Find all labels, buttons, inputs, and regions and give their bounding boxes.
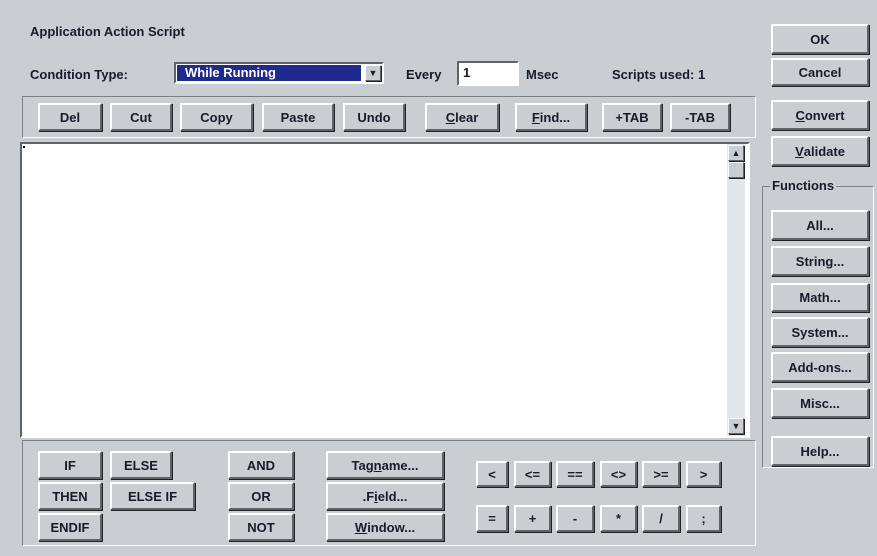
functions-math-button[interactable]: Math... bbox=[771, 283, 869, 312]
minus-button[interactable]: - bbox=[556, 505, 594, 532]
cut-button[interactable]: Cut bbox=[110, 103, 172, 131]
clear-accesskey: C bbox=[445, 109, 456, 125]
validate-accesskey: V bbox=[795, 143, 804, 159]
endif-button[interactable]: ENDIF bbox=[38, 513, 102, 541]
paste-button[interactable]: Paste bbox=[262, 103, 334, 131]
undo-button[interactable]: Undo bbox=[343, 103, 405, 131]
remove-tab-button[interactable]: -TAB bbox=[670, 103, 730, 131]
assign-button[interactable]: = bbox=[476, 505, 508, 532]
cancel-button[interactable]: Cancel bbox=[771, 58, 869, 86]
functions-misc-button[interactable]: Misc... bbox=[771, 388, 869, 418]
find-accesskey: F bbox=[531, 109, 540, 125]
scroll-down-icon[interactable]: ▼ bbox=[728, 418, 744, 434]
or-button[interactable]: OR bbox=[228, 482, 294, 510]
greater-than-button[interactable]: > bbox=[686, 461, 721, 487]
condition-type-value: While Running bbox=[177, 65, 361, 81]
functions-addons-button[interactable]: Add-ons... bbox=[771, 352, 869, 382]
field-button[interactable]: .F i eld... bbox=[326, 482, 444, 510]
tagname-label-rest: ame... bbox=[381, 457, 419, 473]
window-label-rest: indow... bbox=[367, 519, 416, 535]
scroll-thumb[interactable] bbox=[728, 162, 744, 178]
not-button[interactable]: NOT bbox=[228, 513, 294, 541]
add-tab-button[interactable]: +TAB bbox=[602, 103, 662, 131]
validate-label: alidate bbox=[803, 143, 845, 159]
if-button[interactable]: IF bbox=[38, 451, 102, 479]
divide-button[interactable]: / bbox=[642, 505, 680, 532]
convert-label: onvert bbox=[804, 107, 845, 123]
not-equal-button[interactable]: <> bbox=[600, 461, 637, 487]
validate-button[interactable]: Validate bbox=[771, 136, 869, 166]
tagname-label: Tag bbox=[351, 457, 374, 473]
scroll-up-icon[interactable]: ▲ bbox=[728, 145, 744, 161]
msec-label: Msec bbox=[526, 67, 559, 82]
every-msec-input[interactable]: 1 bbox=[457, 61, 519, 86]
then-button[interactable]: THEN bbox=[38, 482, 102, 510]
condition-type-label: Condition Type: bbox=[30, 67, 128, 82]
vertical-scrollbar[interactable]: ▲ ▼ bbox=[727, 144, 745, 436]
text-cursor bbox=[23, 146, 25, 148]
convert-button[interactable]: Convert bbox=[771, 100, 869, 130]
functions-all-button[interactable]: All... bbox=[771, 210, 869, 240]
less-than-button[interactable]: < bbox=[476, 461, 508, 487]
window-accesskey: W bbox=[354, 519, 368, 535]
del-button[interactable]: Del bbox=[38, 103, 102, 131]
clear-button[interactable]: Clear bbox=[425, 103, 499, 131]
convert-accesskey: C bbox=[795, 107, 805, 123]
semicolon-button[interactable]: ; bbox=[686, 505, 721, 532]
copy-button[interactable]: Copy bbox=[180, 103, 253, 131]
window-title: Application Action Script bbox=[30, 24, 185, 39]
tagname-accesskey: n bbox=[373, 457, 382, 473]
tagname-button[interactable]: Tag n ame... bbox=[326, 451, 444, 479]
greater-equal-button[interactable]: >= bbox=[642, 461, 680, 487]
script-editor[interactable]: ▲ ▼ bbox=[20, 142, 750, 438]
condition-type-select[interactable]: While Running ▼ bbox=[174, 62, 384, 84]
else-button[interactable]: ELSE bbox=[110, 451, 172, 479]
clear-label-rest: lear bbox=[455, 109, 479, 125]
equals-button[interactable]: == bbox=[556, 461, 594, 487]
plus-button[interactable]: + bbox=[514, 505, 551, 532]
every-msec-value: 1 bbox=[463, 65, 471, 80]
window-button[interactable]: Window... bbox=[326, 513, 444, 541]
functions-label: Functions bbox=[770, 178, 837, 193]
scripts-used-label: Scripts used: 1 bbox=[612, 67, 706, 82]
functions-system-button[interactable]: System... bbox=[771, 317, 869, 347]
multiply-button[interactable]: * bbox=[600, 505, 637, 532]
functions-string-button[interactable]: String... bbox=[771, 246, 869, 276]
dropdown-arrow-icon[interactable]: ▼ bbox=[365, 65, 381, 81]
else-if-button[interactable]: ELSE IF bbox=[110, 482, 195, 510]
ok-button[interactable]: OK bbox=[771, 24, 869, 54]
less-equal-button[interactable]: <= bbox=[514, 461, 551, 487]
find-button[interactable]: Find... bbox=[515, 103, 587, 131]
field-label: .F bbox=[362, 488, 375, 504]
help-button[interactable]: Help... bbox=[771, 436, 869, 466]
and-button[interactable]: AND bbox=[228, 451, 294, 479]
every-label: Every bbox=[406, 67, 442, 82]
find-label-rest: ind... bbox=[539, 109, 571, 125]
field-label-rest: eld... bbox=[377, 488, 408, 504]
